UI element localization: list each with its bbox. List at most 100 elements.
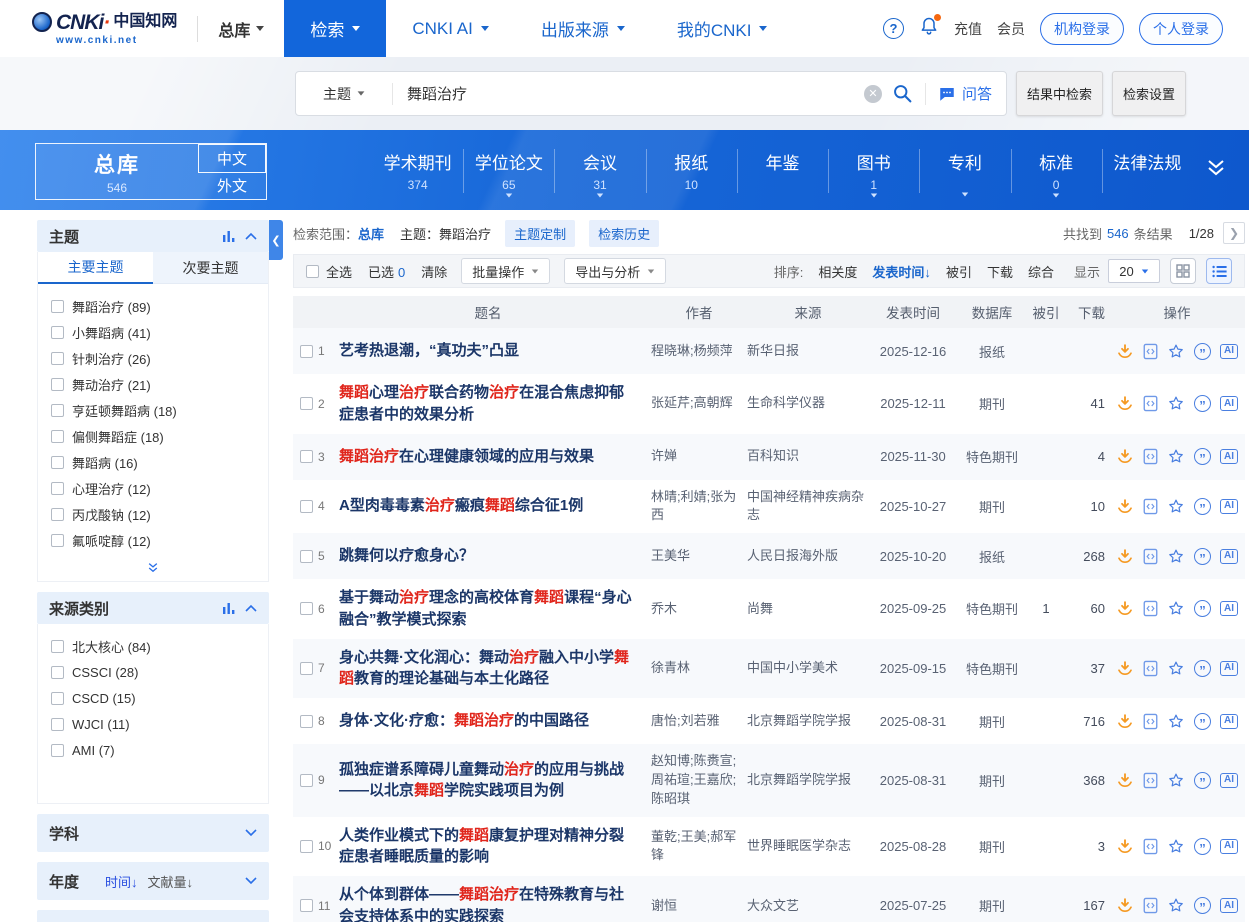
ai-icon[interactable]: AI	[1220, 601, 1238, 616]
topic-filter-舞动治疗[interactable]: 舞动治疗 (21)	[38, 371, 268, 397]
favorite-star-icon[interactable]	[1167, 713, 1185, 730]
favorite-star-icon[interactable]	[1167, 838, 1185, 855]
result-title-link[interactable]: 舞蹈心理治疗联合药物治疗在混合焦虑抑郁症患者中的效果分析	[339, 382, 651, 426]
search-input[interactable]	[393, 85, 864, 102]
ai-icon[interactable]: AI	[1220, 396, 1238, 411]
recharge-link[interactable]: 充值	[954, 19, 982, 39]
favorite-star-icon[interactable]	[1167, 660, 1185, 677]
ai-icon[interactable]: AI	[1220, 499, 1238, 514]
result-source[interactable]: 尚舞	[747, 600, 869, 619]
html-read-icon[interactable]	[1143, 343, 1158, 360]
search-icon[interactable]	[892, 83, 913, 104]
result-authors[interactable]: 许婵	[651, 447, 747, 466]
ai-icon[interactable]: AI	[1220, 449, 1238, 464]
batch-actions-button[interactable]: 批量操作	[461, 258, 550, 284]
header-nav-检索[interactable]: 检索	[284, 0, 386, 57]
result-title-link[interactable]: 跳舞何以疗愈身心？	[339, 545, 651, 567]
topic-filter-针刺治疗[interactable]: 针刺治疗 (26)	[38, 345, 268, 371]
org-login-button[interactable]: 机构登录	[1040, 13, 1124, 45]
result-title-link[interactable]: 舞蹈治疗在心理健康领域的应用与效果	[339, 446, 651, 468]
download-icon[interactable]	[1116, 395, 1134, 412]
cite-quote-icon[interactable]: ”	[1194, 713, 1211, 730]
html-read-icon[interactable]	[1143, 713, 1158, 730]
result-source[interactable]: 世界睡眠医学杂志	[747, 837, 869, 856]
result-title-link[interactable]: 艺考热退潮，“真功夫”凸显	[339, 340, 651, 362]
download-icon[interactable]	[1116, 838, 1134, 855]
favorite-star-icon[interactable]	[1167, 772, 1185, 789]
checkbox[interactable]	[51, 300, 64, 313]
column-header-作者[interactable]: 作者	[651, 302, 747, 322]
sort-发表时间↓[interactable]: 发表时间↓	[872, 265, 931, 280]
checkbox[interactable]	[51, 534, 64, 547]
ai-icon[interactable]: AI	[1220, 898, 1238, 913]
source-filter-北大核心[interactable]: 北大核心 (84)	[38, 633, 268, 659]
chevron-down-icon[interactable]	[245, 877, 257, 885]
result-source[interactable]: 新华日报	[747, 342, 869, 361]
next-page-button[interactable]: ❯	[1223, 222, 1245, 244]
db-tab-报纸[interactable]: 报纸10	[646, 143, 737, 200]
page-size-select[interactable]: 20	[1108, 259, 1160, 283]
db-tab-年鉴[interactable]: 年鉴	[737, 143, 828, 200]
html-read-icon[interactable]	[1143, 660, 1158, 677]
chevron-up-icon[interactable]	[245, 604, 257, 612]
topic-filter-舞蹈治疗[interactable]: 舞蹈治疗 (89)	[38, 293, 268, 319]
cite-quote-icon[interactable]: ”	[1194, 838, 1211, 855]
personal-login-button[interactable]: 个人登录	[1139, 13, 1223, 45]
cnki-logo[interactable]: CNKi· 中国知网 www.cnki.net	[32, 12, 177, 46]
source-filter-WJCI[interactable]: WJCI (11)	[38, 711, 268, 737]
result-title-link[interactable]: 人类作业模式下的舞蹈康复护理对精神分裂症患者睡眠质量的影响	[339, 825, 651, 869]
topic-filter-舞蹈病[interactable]: 舞蹈病 (16)	[38, 449, 268, 475]
html-read-icon[interactable]	[1143, 600, 1158, 617]
row-checkbox[interactable]	[300, 662, 313, 675]
sort-被引[interactable]: 被引	[946, 265, 972, 280]
checkbox[interactable]	[51, 326, 64, 339]
db-tab-学位论文[interactable]: 学位论文65	[463, 143, 554, 200]
html-read-icon[interactable]	[1143, 498, 1158, 515]
result-title-link[interactable]: 身体·文化·疗愈：舞蹈治疗的中国路径	[339, 710, 651, 732]
ai-icon[interactable]: AI	[1220, 714, 1238, 729]
topic-panel-header[interactable]: 主题	[37, 220, 269, 252]
topic-customize-chip[interactable]: 主题定制	[505, 220, 575, 247]
year-sort-time[interactable]: 时间↓	[105, 872, 138, 891]
html-read-icon[interactable]	[1143, 838, 1158, 855]
checkbox[interactable]	[51, 666, 64, 679]
row-checkbox[interactable]	[300, 450, 313, 463]
chevron-up-icon[interactable]	[245, 232, 257, 240]
checkbox[interactable]	[51, 744, 64, 757]
qa-button[interactable]: 问答	[938, 83, 992, 104]
search-field-dropdown[interactable]: 主题	[296, 84, 392, 104]
row-checkbox[interactable]	[300, 715, 313, 728]
download-icon[interactable]	[1116, 498, 1134, 515]
more-tabs-chevron-icon[interactable]	[1203, 156, 1229, 180]
result-authors[interactable]: 董乾;王美;郝军锋	[651, 828, 747, 866]
result-source[interactable]: 中国中小学美术	[747, 659, 869, 678]
favorite-star-icon[interactable]	[1167, 548, 1185, 565]
column-header-数据库[interactable]: 数据库	[957, 302, 1027, 322]
row-checkbox[interactable]	[300, 550, 313, 563]
result-download-count[interactable]: 167	[1065, 898, 1109, 913]
db-tab-会议[interactable]: 会议31	[554, 143, 645, 200]
result-cited-count[interactable]: 1	[1027, 601, 1065, 616]
result-download-count[interactable]: 268	[1065, 549, 1109, 564]
result-download-count[interactable]: 3	[1065, 839, 1109, 854]
db-tab-图书[interactable]: 图书1	[828, 143, 919, 200]
cite-quote-icon[interactable]: ”	[1194, 395, 1211, 412]
column-header-下载[interactable]: 下载	[1065, 302, 1109, 322]
sidebar-collapse-handle[interactable]: ❮	[269, 220, 283, 260]
row-checkbox[interactable]	[300, 602, 313, 615]
db-switch-dropdown[interactable]: 总库	[218, 17, 264, 41]
result-download-count[interactable]: 60	[1065, 601, 1109, 616]
html-read-icon[interactable]	[1143, 548, 1158, 565]
sort-下载[interactable]: 下载	[987, 265, 1013, 280]
db-tab-法律法规[interactable]: 法律法规	[1102, 143, 1193, 200]
result-source[interactable]: 北京舞蹈学院学报	[747, 771, 869, 790]
row-checkbox[interactable]	[300, 345, 313, 358]
checkbox[interactable]	[51, 640, 64, 653]
html-read-icon[interactable]	[1143, 395, 1158, 412]
bar-chart-icon[interactable]	[222, 602, 236, 615]
header-nav-出版来源[interactable]: 出版来源	[515, 0, 651, 57]
checkbox[interactable]	[51, 692, 64, 705]
column-header-来源[interactable]: 来源	[747, 302, 869, 322]
download-icon[interactable]	[1116, 713, 1134, 730]
ai-icon[interactable]: AI	[1220, 773, 1238, 788]
